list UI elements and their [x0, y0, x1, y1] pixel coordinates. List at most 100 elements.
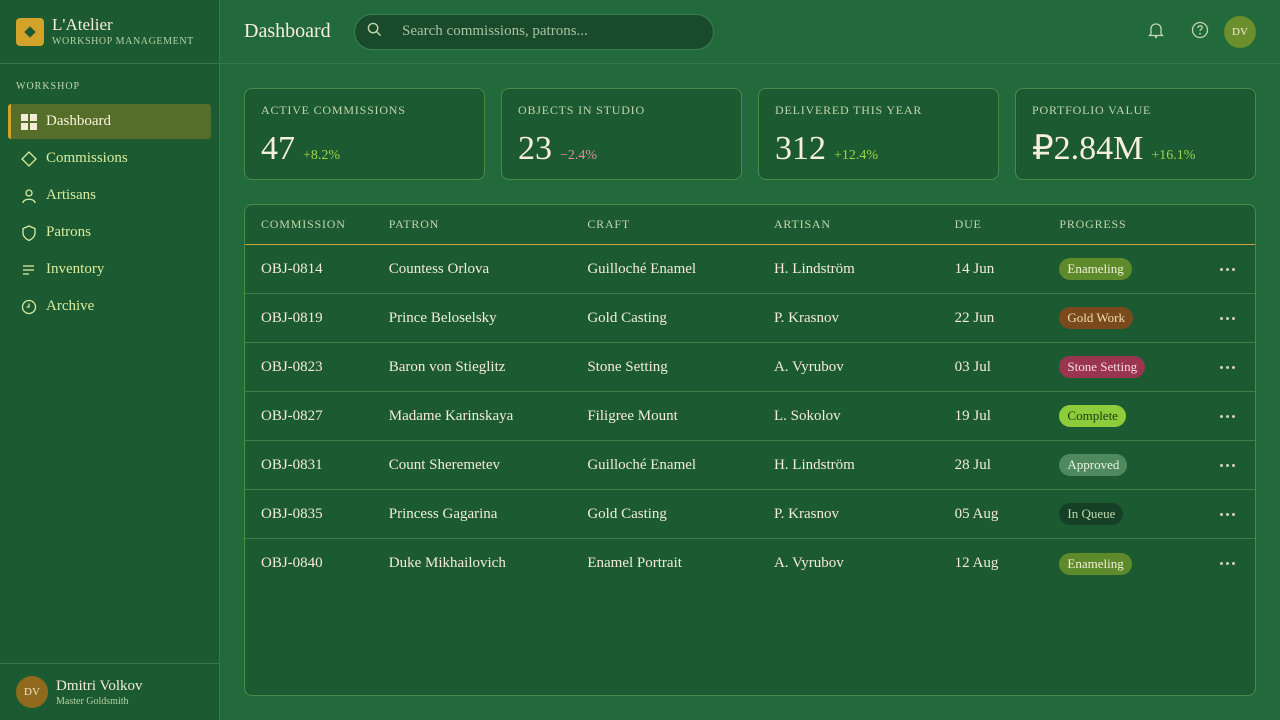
column-header[interactable]: Artisan: [774, 217, 955, 232]
sidebar-section-label: WORKSHOP: [16, 81, 81, 92]
header-avatar[interactable]: DV: [1224, 16, 1256, 48]
search-bar[interactable]: [354, 13, 714, 50]
cell-craft: Gold Casting: [587, 505, 667, 522]
help-icon: [1191, 21, 1209, 43]
list-icon: [21, 262, 37, 278]
cell-due: 14 Jun: [954, 260, 995, 277]
status-badge: Stone Setting: [1059, 356, 1146, 378]
brand[interactable]: L'Atelier WORKSHOP MANAGEMENT: [0, 0, 219, 64]
help-button[interactable]: [1184, 16, 1216, 48]
brand-logo-icon: [16, 17, 44, 46]
kpi-value: ₽2.84M: [1032, 130, 1144, 167]
user-profile[interactable]: DV Dmitri Volkov Master Goldsmith: [0, 663, 219, 720]
kpi-delta: +16.1%: [1151, 148, 1196, 163]
cell-commission: OBJ-0823: [261, 358, 323, 375]
table-row[interactable]: OBJ-0814 Countess Orlova Guilloché Ename…: [245, 245, 1255, 294]
cell-patron: Madame Karinskaya: [388, 407, 514, 424]
kpi-delta: −2.4%: [560, 148, 598, 163]
sidebar-item-patrons[interactable]: Patrons: [8, 215, 211, 250]
kpi-label: Active Commissions: [261, 103, 406, 117]
more-icon: [1219, 316, 1235, 320]
diamond-icon: [21, 150, 37, 167]
sidebar-item-artisans[interactable]: Artisans: [8, 178, 211, 213]
cell-craft: Filigree Mount: [587, 407, 678, 424]
user-role: Master Goldsmith: [56, 695, 129, 707]
cell-due: 03 Jul: [954, 358, 991, 375]
cell-commission: OBJ-0814: [261, 260, 323, 277]
person-icon: [21, 188, 37, 204]
row-more-button[interactable]: [1199, 316, 1255, 320]
row-more-button[interactable]: [1199, 463, 1255, 467]
search-input[interactable]: [402, 23, 702, 40]
column-header[interactable]: Due: [955, 217, 1060, 232]
table-row[interactable]: OBJ-0835 Princess Gagarina Gold Casting …: [245, 490, 1255, 539]
commissions-table: Commission Patron Craft Artisan Due Prog…: [244, 204, 1256, 696]
status-badge: In Queue: [1059, 503, 1124, 525]
cell-due: 28 Jul: [954, 456, 991, 473]
cell-commission: OBJ-0835: [261, 505, 323, 522]
kpi-value: 47: [261, 130, 295, 167]
top-header: Dashboard DV: [220, 0, 1280, 64]
notifications-button[interactable]: [1140, 16, 1172, 48]
sidebar-nav: Dashboard Commissions Artisans Patrons I…: [0, 104, 219, 324]
cell-patron: Baron von Stieglitz: [388, 358, 506, 375]
more-icon: [1219, 414, 1235, 418]
cell-due: 05 Aug: [954, 505, 999, 522]
user-name: Dmitri Volkov: [56, 677, 143, 694]
kpi-value: 312: [775, 130, 826, 167]
more-icon: [1219, 512, 1235, 516]
kpi-card-objects-in-studio[interactable]: Objects in Studio 23 −2.4%: [501, 88, 742, 180]
sidebar-item-label: Dashboard: [46, 113, 111, 129]
brand-subtitle: WORKSHOP MANAGEMENT: [52, 36, 194, 47]
column-header[interactable]: Progress: [1059, 217, 1199, 232]
column-header[interactable]: Craft: [587, 217, 774, 232]
row-more-button[interactable]: [1199, 267, 1255, 271]
cell-patron: Countess Orlova: [388, 260, 490, 277]
cell-craft: Guilloché Enamel: [587, 456, 697, 473]
cell-craft: Enamel Portrait: [587, 555, 682, 571]
more-icon: [1219, 267, 1235, 271]
row-more-button[interactable]: [1199, 562, 1255, 565]
brand-name: L'Atelier: [52, 15, 113, 34]
table-row[interactable]: OBJ-0831 Count Sheremetev Guilloché Enam…: [245, 441, 1255, 490]
status-badge: Complete: [1059, 405, 1126, 427]
sidebar-item-archive[interactable]: Archive: [8, 289, 211, 324]
sidebar: L'Atelier WORKSHOP MANAGEMENT WORKSHOP D…: [0, 0, 220, 720]
kpi-card-portfolio-value[interactable]: Portfolio Value ₽2.84M +16.1%: [1015, 88, 1256, 180]
kpi-label: Objects in Studio: [518, 103, 645, 117]
row-more-button[interactable]: [1199, 414, 1255, 418]
kpi-delta: +12.4%: [834, 148, 879, 163]
cell-due: 12 Aug: [954, 555, 999, 571]
kpi-card-delivered-this-year[interactable]: Delivered This Year 312 +12.4%: [758, 88, 999, 180]
sidebar-item-inventory[interactable]: Inventory: [8, 252, 211, 287]
row-more-button[interactable]: [1199, 512, 1255, 516]
sidebar-item-label: Archive: [46, 298, 95, 314]
status-badge: Enameling: [1059, 258, 1132, 280]
table-row[interactable]: OBJ-0823 Baron von Stieglitz Stone Setti…: [245, 343, 1255, 392]
sidebar-item-commissions[interactable]: Commissions: [8, 141, 211, 176]
column-header[interactable]: Commission: [245, 217, 389, 232]
column-header[interactable]: Patron: [389, 217, 588, 232]
cell-artisan: H. Lindström: [773, 456, 855, 473]
sidebar-item-dashboard[interactable]: Dashboard: [8, 104, 211, 139]
cell-artisan: P. Krasnov: [773, 309, 839, 326]
table-row[interactable]: OBJ-0827 Madame Karinskaya Filigree Moun…: [245, 392, 1255, 441]
grid-icon: [21, 113, 37, 130]
kpi-label: Delivered This Year: [775, 103, 923, 117]
more-icon: [1219, 463, 1235, 467]
cell-artisan: A. Vyrubov: [773, 555, 844, 571]
avatar: DV: [16, 676, 48, 708]
cell-commission: OBJ-0819: [261, 309, 323, 326]
table-row[interactable]: OBJ-0819 Prince Beloselsky Gold Casting …: [245, 294, 1255, 343]
cell-artisan: L. Sokolov: [773, 407, 841, 424]
cell-craft: Stone Setting: [587, 358, 668, 375]
table-row[interactable]: OBJ-0840 Duke Mikhailovich Enamel Portra…: [245, 539, 1255, 588]
cell-patron: Prince Beloselsky: [388, 309, 497, 326]
cell-commission: OBJ-0827: [261, 407, 323, 424]
status-badge: Gold Work: [1059, 307, 1133, 329]
kpi-card-active-commissions[interactable]: Active Commissions 47 +8.2%: [244, 88, 485, 180]
kpi-delta: +8.2%: [303, 148, 341, 163]
sidebar-item-label: Patrons: [46, 224, 91, 240]
cell-due: 19 Jul: [954, 407, 991, 424]
row-more-button[interactable]: [1199, 365, 1255, 369]
